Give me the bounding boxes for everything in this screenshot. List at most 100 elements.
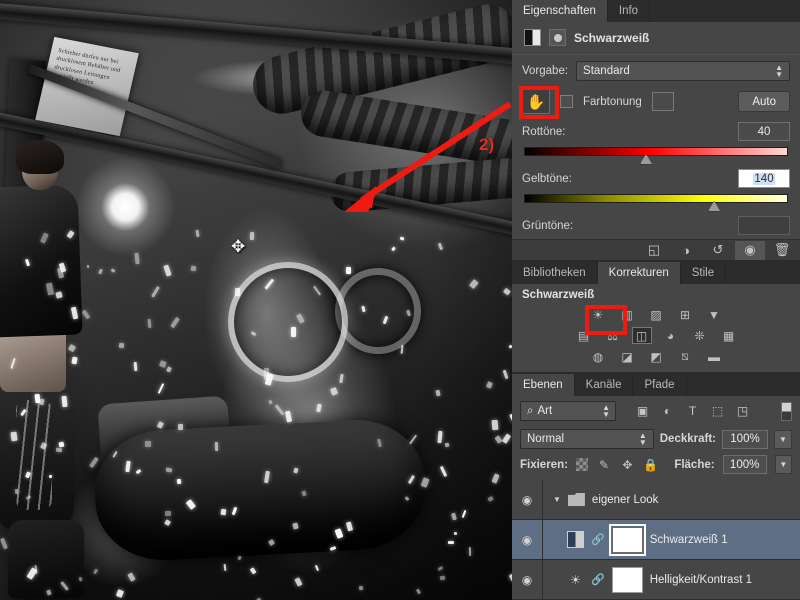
opacity-dropdown-icon[interactable]: ▼ xyxy=(774,429,792,449)
vibrance-icon[interactable]: ▼ xyxy=(704,306,724,323)
tab-eigenschaften[interactable]: Eigenschaften xyxy=(512,0,608,22)
spark xyxy=(503,287,511,296)
toggle-visibility-icon[interactable]: ◉ xyxy=(735,240,765,260)
photo-filter-icon[interactable]: ◕ xyxy=(661,327,681,344)
tab-stile[interactable]: Stile xyxy=(680,262,727,284)
spark xyxy=(436,430,443,443)
spark xyxy=(485,381,493,389)
preset-label: Vorgabe: xyxy=(522,65,569,77)
tint-color-swatch[interactable] xyxy=(651,92,674,111)
rottoene-value[interactable]: 40 xyxy=(738,122,790,141)
layer-filter-toolbar: ⌕ Art ▲ ▼ ▣ ◐ T ⬚ ◳ xyxy=(512,396,800,426)
smart-object-filter-icon[interactable]: ◳ xyxy=(730,401,755,421)
gradient-map-icon[interactable]: ▬ xyxy=(704,348,724,365)
black-and-white-icon[interactable]: ◫ xyxy=(631,327,652,344)
spark xyxy=(435,389,442,397)
tab-bibliotheken[interactable]: Bibliotheken xyxy=(512,262,598,284)
tab-korrekturen[interactable]: Korrekturen xyxy=(597,262,681,284)
layers-tabbar[interactable]: Ebenen Kanäle Pfade xyxy=(512,374,800,396)
spark xyxy=(34,393,41,403)
layer-visibility-icon[interactable]: ◉ xyxy=(512,480,543,519)
spark xyxy=(403,496,409,502)
posterize-icon[interactable]: ◪ xyxy=(617,348,637,365)
delete-icon[interactable]: 🗑 xyxy=(767,241,797,260)
spark xyxy=(86,264,89,268)
tab-info[interactable]: Info xyxy=(607,0,651,22)
tab-pfade[interactable]: Pfade xyxy=(633,374,687,396)
adjustment-layer-filter-icon[interactable]: ◐ xyxy=(655,401,680,421)
layer-content[interactable]: ☀ 🔗 Helligkeit/Kontrast 1 xyxy=(543,566,800,593)
selective-color-icon[interactable]: ⧅ xyxy=(675,348,695,365)
tab-kanaele[interactable]: Kanäle xyxy=(574,374,634,396)
filter-enable-toggle[interactable] xyxy=(781,401,792,421)
black-and-white-layer-icon xyxy=(567,531,584,548)
lock-position-icon[interactable]: ✥ xyxy=(620,457,635,473)
table-row[interactable]: ◉ ☀ 🔗 Helligkeit/Kontrast 1 xyxy=(512,560,800,600)
gelbtoene-track[interactable] xyxy=(524,194,788,212)
table-row[interactable]: ◉ 🔗 Schwarzweiß 1 xyxy=(512,520,800,560)
blend-mode-select[interactable]: Normal ▲ ▼ xyxy=(520,429,654,449)
spark xyxy=(147,318,152,328)
corrections-tabbar[interactable]: Bibliotheken Korrekturen Stile xyxy=(512,262,800,284)
spark xyxy=(345,266,351,274)
spark xyxy=(293,467,299,474)
exposure-icon[interactable]: ⊞ xyxy=(675,306,695,323)
layer-content[interactable]: 🔗 Schwarzweiß 1 xyxy=(543,523,800,556)
layer-visibility-icon[interactable]: ◉ xyxy=(512,520,543,559)
properties-tabbar[interactable]: Eigenschaften Info xyxy=(512,0,800,22)
link-mask-icon[interactable]: 🔗 xyxy=(591,573,605,586)
channel-mixer-icon[interactable]: ❊ xyxy=(690,327,710,344)
layer-name: eigener Look xyxy=(591,493,659,506)
opacity-label: Deckkraft: xyxy=(659,433,716,445)
threshold-icon[interactable]: ◩ xyxy=(646,348,666,365)
layer-content[interactable]: ▼ eigener Look xyxy=(543,493,800,506)
color-lookup-icon[interactable]: ▦ xyxy=(719,327,739,344)
gelbtoene-value[interactable]: 140 xyxy=(738,169,790,188)
auto-button[interactable]: Auto xyxy=(738,91,790,112)
view-previous-state-icon[interactable]: ◑ xyxy=(671,241,701,260)
chevron-down-icon[interactable]: ▼ xyxy=(553,495,561,504)
lock-image-pixels-icon[interactable]: ✎ xyxy=(596,457,611,473)
preset-select[interactable]: Standard ▲ ▼ xyxy=(576,61,790,81)
type-layer-filter-icon[interactable]: T xyxy=(680,401,705,421)
preset-row: Vorgabe: Standard ▲ ▼ xyxy=(512,55,800,87)
lock-transparency-icon[interactable] xyxy=(575,458,589,471)
tint-checkbox[interactable] xyxy=(560,95,573,108)
shape-layer-filter-icon[interactable]: ⬚ xyxy=(705,401,730,421)
layer-mask-thumbnail[interactable] xyxy=(611,566,643,593)
blend-mode-value: Normal xyxy=(527,433,565,445)
image-canvas[interactable]: Schieber dürfen nur bei drucklosem Behäl… xyxy=(0,0,512,600)
gruentoene-label: Grüntöne: xyxy=(522,219,574,232)
adjustment-options-icon[interactable] xyxy=(549,29,566,46)
layer-filter-select[interactable]: ⌕ Art ▲ ▼ xyxy=(520,401,616,421)
corrections-panel: Schwarzweiß ☀ ▥ ▨ ⊞ ▼ ▤ ⚖ ◫ ◕ ❊ ▦ ◍ ◪ ◩ … xyxy=(512,284,800,372)
opacity-value[interactable]: 100% xyxy=(722,429,768,449)
layer-mask-thumbnail[interactable] xyxy=(608,523,646,556)
spark xyxy=(453,531,457,536)
clip-to-layer-icon[interactable]: ◱ xyxy=(639,241,669,260)
fill-value[interactable]: 100% xyxy=(722,455,767,474)
link-mask-icon[interactable]: 🔗 xyxy=(591,533,605,546)
lock-all-icon[interactable]: 🔒 xyxy=(643,457,658,473)
fill-dropdown-icon[interactable]: ▼ xyxy=(774,455,792,474)
spark xyxy=(268,538,276,546)
spark xyxy=(166,366,173,373)
table-row[interactable]: ◉ ▼ eigener Look xyxy=(512,480,800,520)
spark xyxy=(223,564,227,572)
gruentoene-value[interactable] xyxy=(738,216,790,235)
pixel-layer-filter-icon[interactable]: ▣ xyxy=(630,401,655,421)
adjustment-row-1: ☀ ▥ ▨ ⊞ ▼ xyxy=(512,304,800,325)
reset-icon[interactable]: ↺ xyxy=(703,241,733,260)
spark xyxy=(55,447,62,453)
spark xyxy=(439,575,445,581)
spark xyxy=(220,508,227,516)
layer-visibility-icon[interactable]: ◉ xyxy=(512,560,543,599)
page-title: Schwarzweiß xyxy=(574,30,650,45)
spark xyxy=(60,581,69,591)
rottoene-track[interactable] xyxy=(524,147,788,165)
invert-icon[interactable]: ◍ xyxy=(588,348,608,365)
spark xyxy=(315,564,320,571)
tab-ebenen[interactable]: Ebenen xyxy=(512,374,575,396)
spark xyxy=(127,571,137,582)
curves-icon[interactable]: ▨ xyxy=(646,306,666,323)
